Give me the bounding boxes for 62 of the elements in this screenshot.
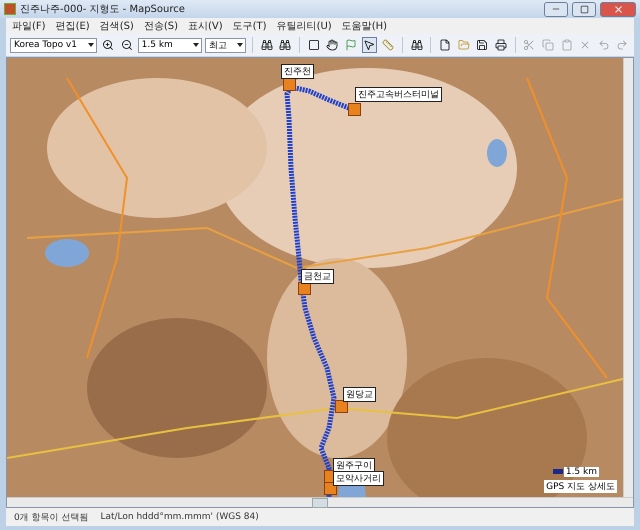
binoculars-icon: [260, 39, 273, 51]
select-tool-button[interactable]: [362, 37, 378, 53]
menu-item[interactable]: 표시(V): [188, 19, 223, 33]
menu-item[interactable]: 파일(F): [12, 19, 46, 33]
app-icon: [4, 3, 16, 15]
ruler-icon: [382, 39, 394, 51]
binoculars-icon: [279, 39, 292, 51]
map-detail-label: GPS 지도 상세도: [544, 480, 617, 493]
pointer-icon: [363, 39, 376, 51]
redo-icon: [616, 39, 628, 51]
waypoint-icon[interactable]: [324, 482, 337, 495]
device-button[interactable]: [277, 37, 293, 53]
undo-icon: [598, 39, 610, 51]
zoom-out-icon: [120, 39, 133, 51]
window-title: 진주나주-000- 지형도 - MapSource: [20, 3, 186, 16]
waypoint-label: 모악사거리: [333, 471, 384, 486]
scale-bar-icon: [553, 469, 563, 474]
save-icon: [476, 39, 488, 51]
waypoint-label: 금천교: [301, 269, 334, 284]
waypoint-label: 원당교: [343, 387, 376, 402]
caret-icon: [236, 43, 243, 47]
map-product-dropdown[interactable]: Korea Topo v1: [10, 38, 98, 52]
clipboard-icon: [560, 39, 573, 51]
map-scale: 1.5 km: [564, 467, 599, 477]
vertical-scrollbar[interactable]: [623, 58, 633, 497]
binoculars-icon: [410, 39, 423, 51]
waypoint-label: 진주고속버스터미널: [355, 87, 442, 102]
flag-icon: [344, 39, 357, 51]
hand-tool-button[interactable]: [324, 37, 340, 53]
waypoint-icon[interactable]: [335, 400, 348, 413]
maximize-icon: [580, 4, 588, 14]
scroll-thumb[interactable]: [312, 498, 328, 508]
menu-item[interactable]: 유틸리티(U): [276, 19, 332, 33]
zoom-in-icon: [102, 39, 114, 51]
caret-icon: [88, 43, 94, 47]
menu-item[interactable]: 도움말(H): [342, 19, 388, 33]
zoom-out-button[interactable]: [119, 37, 135, 53]
document-icon: [439, 39, 452, 51]
waypoint-icon[interactable]: [283, 78, 296, 91]
menu-item[interactable]: 도구(T): [232, 19, 267, 33]
waypoint-label: 진주천: [281, 64, 314, 79]
hand-icon: [326, 39, 338, 51]
selection-status: 0개 항목이 선택됨: [14, 512, 88, 524]
caret-icon: [192, 43, 199, 47]
folder-icon: [458, 39, 470, 51]
zoom-dropdown[interactable]: 1.5 km: [138, 38, 202, 52]
printer-icon: [494, 39, 507, 51]
menu-item[interactable]: 검색(S): [100, 19, 134, 33]
menu-item[interactable]: 편집(E): [56, 19, 90, 33]
maximize-button[interactable]: [572, 2, 596, 16]
print-button[interactable]: [493, 37, 509, 53]
delete-icon: [579, 39, 592, 51]
position-format: Lat/Lon hddd°mm.mmm' (WGS 84): [100, 512, 259, 522]
find-button[interactable]: [408, 37, 424, 53]
detail-dropdown[interactable]: 최고: [204, 38, 246, 52]
menu-item[interactable]: 전송(S): [144, 19, 178, 33]
copy-icon: [542, 39, 554, 51]
horizontal-scrollbar[interactable]: [7, 497, 633, 507]
device-button[interactable]: [258, 37, 274, 53]
scissors-icon: [523, 39, 536, 51]
square-icon: [308, 39, 320, 51]
close-icon: [612, 4, 624, 14]
